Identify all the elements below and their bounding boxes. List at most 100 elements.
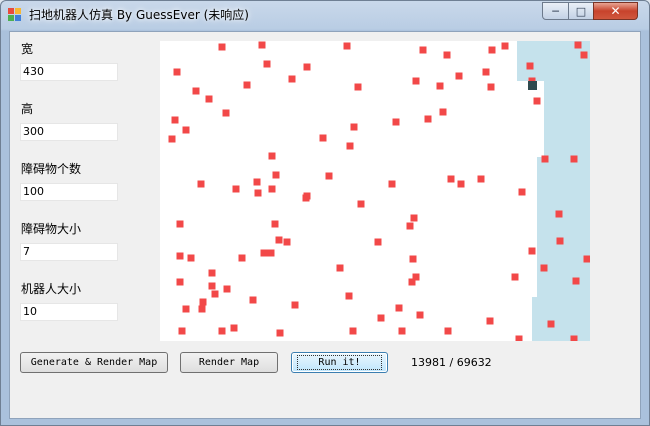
obstacle — [443, 51, 451, 59]
obstacle — [419, 46, 427, 54]
obstacle — [528, 247, 536, 255]
obstacle-size-input[interactable]: 7 — [20, 243, 118, 261]
obstacle — [283, 238, 291, 246]
obstacle — [350, 123, 358, 131]
maximize-button[interactable]: □ — [568, 2, 594, 20]
width-label: 宽 — [21, 42, 34, 56]
obstacle — [406, 222, 414, 230]
obstacle — [515, 335, 523, 341]
title-bar[interactable]: 扫地机器人仿真 By GuessEver (未响应) ─ □ ✕ — [1, 1, 649, 29]
cleaned-area — [544, 81, 590, 157]
obstacle — [260, 249, 268, 257]
minimize-icon: ─ — [552, 4, 559, 18]
obstacle — [555, 210, 563, 218]
obstacle — [388, 180, 396, 188]
obstacle — [487, 83, 495, 91]
obstacle — [197, 180, 205, 188]
robot-size-label: 机器人大小 — [21, 282, 82, 296]
obstacle — [218, 327, 226, 335]
obstacle — [409, 255, 417, 263]
obstacle — [392, 118, 400, 126]
render-map-button[interactable]: Render Map — [180, 352, 278, 373]
obstacle — [398, 327, 406, 335]
obstacle — [253, 178, 261, 186]
robot-size-input[interactable]: 10 — [20, 303, 118, 321]
obstacle — [395, 304, 403, 312]
obstacle — [223, 285, 231, 293]
obstacle — [267, 249, 275, 257]
obstacle — [230, 324, 238, 332]
obstacle — [556, 237, 564, 245]
obstacle — [540, 264, 548, 272]
obstacle — [168, 135, 176, 143]
obstacle — [357, 200, 365, 208]
map-drawing — [168, 41, 590, 341]
obstacle — [424, 115, 432, 123]
close-button[interactable]: ✕ — [593, 2, 638, 20]
run-it-button[interactable]: Run it! — [291, 352, 388, 373]
obstacle — [182, 305, 190, 313]
map-canvas[interactable] — [160, 41, 590, 341]
obstacle — [583, 255, 590, 263]
obstacle — [343, 42, 351, 50]
obstacle — [275, 236, 283, 244]
cleaned-area — [532, 299, 590, 341]
obstacle — [533, 97, 541, 105]
robot — [528, 81, 537, 90]
obstacle — [176, 220, 184, 228]
obstacle — [263, 60, 271, 68]
obstacle — [336, 264, 344, 272]
obstacle — [354, 83, 362, 91]
obstacle — [501, 42, 509, 50]
obstacle — [258, 41, 266, 49]
obstacle — [272, 171, 280, 179]
obstacle — [349, 327, 357, 335]
obstacle — [302, 194, 310, 202]
obstacle — [303, 63, 311, 71]
obstacle-size-label: 障碍物大小 — [21, 222, 82, 236]
obstacle — [205, 95, 213, 103]
obstacle — [580, 51, 588, 59]
obstacle — [276, 329, 284, 337]
obstacle — [416, 311, 424, 319]
obstacle — [232, 185, 240, 193]
obstacle — [211, 290, 219, 298]
height-label: 高 — [21, 102, 34, 116]
obstacle — [412, 273, 420, 281]
obstacle — [572, 277, 580, 285]
obstacle — [288, 75, 296, 83]
close-icon: ✕ — [610, 4, 621, 18]
width-input[interactable]: 430 — [20, 63, 118, 81]
minimize-button[interactable]: ─ — [542, 2, 569, 20]
obstacle — [574, 41, 582, 49]
obstacle — [526, 62, 534, 70]
obstacle — [176, 252, 184, 260]
obstacle — [173, 68, 181, 76]
obstacle — [208, 269, 216, 277]
obstacle — [176, 278, 184, 286]
client-area: 宽 430 高 300 障碍物个数 100 障碍物大小 7 机器人大小 10 G… — [9, 31, 641, 419]
obstacle — [439, 108, 447, 116]
obstacle-count-input[interactable]: 100 — [20, 183, 118, 201]
obstacle — [488, 46, 496, 54]
obstacle — [457, 180, 465, 188]
generate-render-map-button[interactable]: Generate & Render Map — [20, 352, 168, 373]
obstacle — [511, 273, 519, 281]
maximize-icon: □ — [575, 4, 587, 18]
obstacle — [171, 116, 179, 124]
obstacle — [541, 155, 549, 163]
obstacle — [447, 175, 455, 183]
obstacle — [271, 220, 279, 228]
progress-text: 13981 / 69632 — [411, 356, 492, 369]
run-it-label: Run it! — [297, 355, 382, 370]
obstacle — [436, 82, 444, 90]
obstacle — [218, 43, 226, 51]
height-input[interactable]: 300 — [20, 123, 118, 141]
main-window: 扫地机器人仿真 By GuessEver (未响应) ─ □ ✕ 宽 430 高… — [0, 0, 650, 426]
obstacle — [268, 185, 276, 193]
obstacle — [346, 142, 354, 150]
app-icon — [8, 8, 22, 22]
obstacle — [238, 254, 246, 262]
obstacle — [325, 172, 333, 180]
obstacle — [192, 87, 200, 95]
